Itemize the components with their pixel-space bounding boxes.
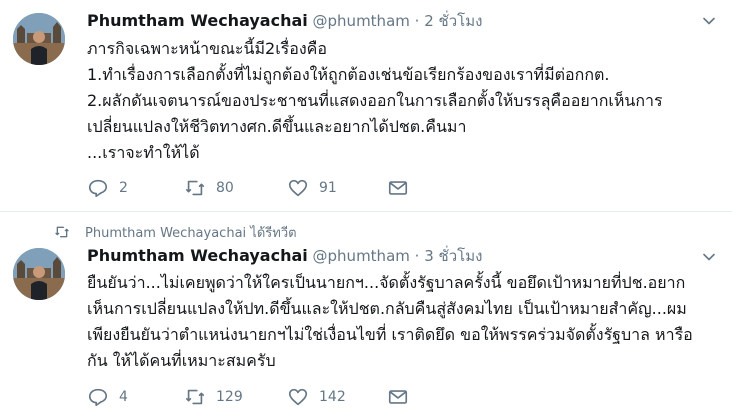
reply-count: 4 (119, 389, 128, 405)
retweet-icon (185, 180, 205, 196)
separator-dot: · (414, 12, 420, 30)
reply-count: 2 (119, 180, 128, 196)
tweet-1[interactable]: Phumtham Wechayachai @phumtham · 2 ชั่วโ… (0, 0, 732, 212)
envelope-icon (388, 181, 408, 195)
author-handle[interactable]: @phumtham (313, 12, 410, 30)
reply-icon (88, 388, 108, 407)
reply-button[interactable]: 4 (87, 385, 128, 409)
heart-icon (288, 388, 308, 406)
retweet-context-label[interactable]: Phumtham Wechayachai ได้รีทวีต (85, 222, 297, 243)
chevron-down-icon[interactable] (702, 14, 716, 28)
heart-icon (288, 179, 308, 197)
reply-icon (88, 179, 108, 198)
retweet-icon (185, 389, 205, 405)
direct-message-button[interactable] (387, 385, 409, 409)
retweet-context: Phumtham Wechayachai ได้รีทวีต (54, 223, 297, 241)
like-count: 142 (319, 389, 346, 405)
tweet-header: Phumtham Wechayachai @phumtham · 2 ชั่วโ… (87, 9, 482, 33)
timestamp[interactable]: 3 ชั่วโมง (424, 247, 482, 265)
retweet-button[interactable]: 129 (184, 385, 243, 409)
author-name[interactable]: Phumtham Wechayachai (87, 11, 308, 30)
tweet-text: ภารกิจเฉพาะหน้าขณะนี้มี2เรื่องคือ 1.ทำเร… (87, 39, 663, 162)
retweet-count: 80 (216, 180, 234, 196)
tweet-header: Phumtham Wechayachai @phumtham · 3 ชั่วโ… (87, 244, 482, 268)
chevron-down-icon[interactable] (702, 250, 716, 264)
retweet-button[interactable]: 80 (184, 176, 234, 200)
tweet-actions: 2 80 91 (87, 176, 507, 200)
timestamp[interactable]: 2 ชั่วโมง (424, 12, 482, 30)
like-button[interactable]: 142 (287, 385, 346, 409)
avatar[interactable] (13, 13, 65, 65)
avatar[interactable] (13, 248, 65, 300)
tweet-text: ยืนยันว่า...ไม่เคยพูดว่าให้ใครเป็นนายกฯ.… (87, 273, 693, 370)
retweet-icon (55, 226, 69, 238)
tweet-actions: 4 129 142 (87, 385, 507, 409)
reply-button[interactable]: 2 (87, 176, 128, 200)
retweet-count: 129 (216, 389, 243, 405)
envelope-icon (388, 390, 408, 404)
like-button[interactable]: 91 (287, 176, 337, 200)
separator-dot: · (414, 247, 420, 265)
author-handle[interactable]: @phumtham (313, 247, 410, 265)
like-count: 91 (319, 180, 337, 196)
direct-message-button[interactable] (387, 176, 409, 200)
tweet-2[interactable]: Phumtham Wechayachai ได้รีทวีต Phumtham … (0, 212, 732, 417)
author-name[interactable]: Phumtham Wechayachai (87, 246, 308, 265)
